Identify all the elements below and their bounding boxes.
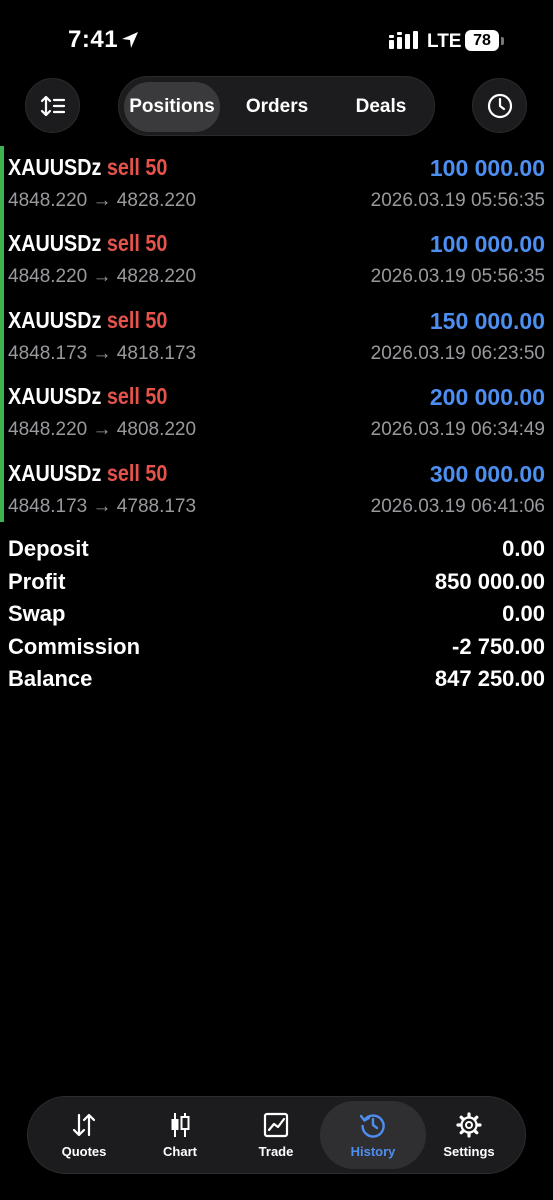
summary-label: Commission (8, 633, 141, 659)
summary-value: -2 750.00 (452, 633, 545, 659)
status-time: 7:41 (68, 26, 119, 53)
summary-label: Profit (8, 568, 66, 594)
chart-icon (171, 1113, 190, 1137)
settings-icon (456, 1112, 482, 1138)
summary-row-balance: Balance 847 250.00 (0, 664, 553, 697)
deal-prices: 4848.173 → 4818.173 (8, 343, 197, 364)
deal-symbol-line: XAUUSDz sell 50 (8, 383, 167, 410)
tab-chart[interactable]: Chart (132, 1097, 228, 1173)
summary-label: Balance (8, 666, 93, 691)
deal-symbol-line: XAUUSDz sell 50 (8, 154, 167, 181)
deal-symbol: XAUUSDz (8, 383, 102, 409)
deal-symbol-line: XAUUSDz sell 50 (8, 230, 167, 257)
tab-label: History (350, 1144, 396, 1159)
summary-value: 850 000.00 (434, 568, 545, 594)
deal-symbol: XAUUSDz (8, 230, 102, 256)
summary-value: 847 250.00 (434, 666, 545, 691)
tab-label: Trade (258, 1144, 294, 1159)
battery-nub (501, 37, 504, 45)
period-button[interactable] (472, 78, 527, 133)
deal-row[interactable]: XAUUSDz sell 50 200 000.00 4848.220 → 48… (0, 375, 553, 451)
summary-value: 0.00 (502, 601, 545, 626)
deal-row[interactable]: XAUUSDz sell 50 100 000.00 4848.220 → 48… (0, 146, 553, 222)
deal-prices: 4848.220 → 4808.220 (8, 419, 197, 440)
tab-trade[interactable]: Trade (228, 1097, 324, 1173)
deal-time: 2026.03.19 06:41:06 (370, 496, 545, 517)
deal-prices: 4848.173 → 4788.173 (8, 496, 197, 517)
deal-symbol: XAUUSDz (8, 460, 102, 486)
deal-profit: 150 000.00 (429, 308, 545, 334)
deal-time: 2026.03.19 06:23:50 (370, 343, 545, 364)
tab-bar: Quotes Chart Trade History Settings (27, 1096, 526, 1174)
deal-row[interactable]: XAUUSDz sell 50 300 000.00 4848.173 → 47… (0, 452, 553, 528)
tab-history[interactable]: History (320, 1101, 426, 1169)
summary-row-swap: Swap 0.00 (0, 599, 553, 632)
deal-row[interactable]: XAUUSDz sell 50 150 000.00 4848.173 → 48… (0, 299, 553, 375)
deal-symbol-line: XAUUSDz sell 50 (8, 460, 167, 487)
deal-symbol: XAUUSDz (8, 307, 102, 333)
sort-icon (40, 95, 65, 116)
deal-side: sell 50 (106, 383, 168, 409)
trade-icon (263, 1112, 289, 1138)
summary-row-deposit: Deposit 0.00 (0, 534, 553, 567)
deal-time: 2026.03.19 05:56:35 (370, 190, 545, 211)
summary-value: 0.00 (502, 536, 545, 561)
deals-list: XAUUSDz sell 50 100 000.00 4848.220 → 48… (0, 146, 553, 522)
segment-deals[interactable]: Deals (331, 82, 431, 132)
deal-profit: 300 000.00 (429, 461, 545, 487)
deal-symbol: XAUUSDz (8, 154, 102, 180)
network-type: LTE (427, 31, 462, 52)
history-icon (359, 1114, 385, 1138)
deal-prices: 4848.220 → 4828.220 (8, 266, 197, 287)
battery-icon: 78 (465, 30, 499, 51)
tab-quotes[interactable]: Quotes (36, 1097, 132, 1173)
summary-label: Swap (8, 601, 66, 626)
quotes-icon (72, 1113, 96, 1137)
history-summary: Deposit 0.00 Profit 850 000.00 Swap 0.00… (0, 534, 553, 697)
deal-profit: 200 000.00 (429, 384, 545, 410)
deal-side: sell 50 (106, 154, 168, 180)
location-arrow-icon (122, 32, 138, 48)
history-segment-control: Positions Orders Deals (118, 76, 435, 136)
tab-label: Chart (163, 1144, 197, 1159)
deal-side: sell 50 (106, 307, 168, 333)
deal-profit: 100 000.00 (429, 155, 545, 181)
sort-button[interactable] (25, 78, 80, 133)
deal-time: 2026.03.19 05:56:35 (370, 266, 545, 287)
tab-settings[interactable]: Settings (421, 1097, 517, 1173)
clock-icon (487, 93, 512, 118)
status-bar: 7:41 LTE 78 (0, 0, 553, 80)
segment-positions[interactable]: Positions (124, 82, 220, 132)
deal-symbol-line: XAUUSDz sell 50 (8, 307, 167, 334)
deal-side: sell 50 (106, 230, 168, 256)
deal-prices: 4848.220 → 4828.220 (8, 190, 197, 211)
summary-label: Deposit (8, 536, 89, 561)
segment-orders[interactable]: Orders (227, 82, 327, 132)
deal-row[interactable]: XAUUSDz sell 50 100 000.00 4848.220 → 48… (0, 222, 553, 298)
summary-row-profit: Profit 850 000.00 (0, 567, 553, 600)
summary-row-commission: Commission -2 750.00 (0, 632, 553, 665)
deal-profit: 100 000.00 (429, 231, 545, 257)
deal-side: sell 50 (106, 460, 168, 486)
deal-time: 2026.03.19 06:34:49 (370, 419, 545, 440)
tab-label: Quotes (61, 1144, 107, 1159)
signal-icon (389, 31, 418, 49)
tab-label: Settings (443, 1144, 495, 1159)
